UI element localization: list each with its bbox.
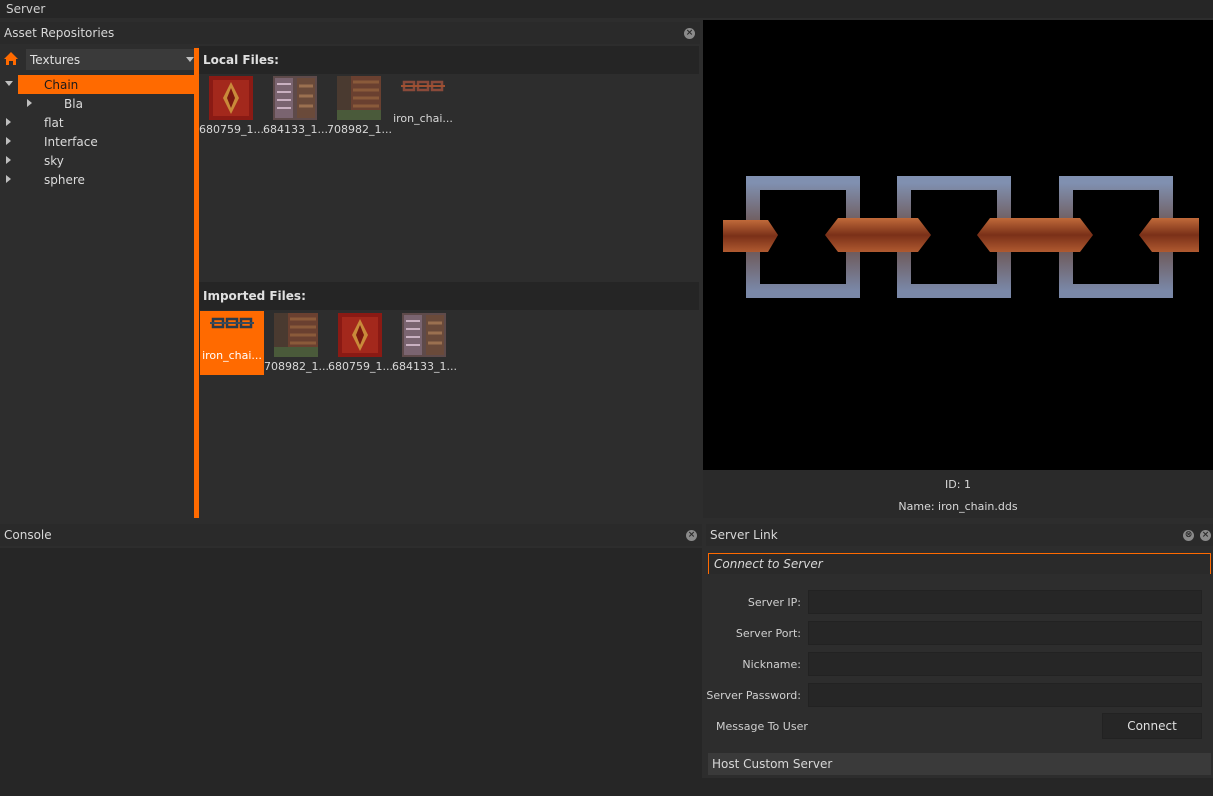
nickname-input[interactable] <box>808 652 1202 676</box>
local-files-header: Local Files: <box>199 46 699 74</box>
home-button[interactable] <box>0 48 22 70</box>
expand-arrow-icon[interactable] <box>6 175 11 183</box>
console-title: Console <box>4 528 52 542</box>
window-title: Server <box>6 2 46 16</box>
server-password-label: Server Password: <box>706 689 801 702</box>
file-item-selected[interactable]: iron_chai... <box>200 311 264 375</box>
expand-arrow-icon[interactable] <box>27 99 32 107</box>
texture-preview <box>703 20 1213 470</box>
asset-panel-close-icon[interactable]: × <box>684 28 695 39</box>
preview-name: Name: iron_chain.dds <box>898 500 1018 513</box>
file-item[interactable]: 708982_1... <box>264 311 328 375</box>
server-ip-label: Server IP: <box>747 596 801 609</box>
server-port-label: Server Port: <box>735 627 801 640</box>
home-icon <box>4 52 18 65</box>
texture-thumbnail <box>209 76 253 120</box>
local-files-grid: 680759_1... 684133_1... 708982_1... iron… <box>199 74 699 280</box>
file-item[interactable]: 680759_1... <box>199 74 263 138</box>
server-ip-input[interactable] <box>808 590 1202 614</box>
texture-thumbnail <box>402 313 446 357</box>
texture-thumbnail <box>273 76 317 120</box>
chevron-down-icon <box>186 57 194 62</box>
imported-files-label: Imported Files: <box>203 289 306 303</box>
imported-files-header: Imported Files: <box>199 282 699 310</box>
server-link-title: Server Link <box>710 528 778 542</box>
file-item[interactable]: 684133_1... <box>263 74 327 138</box>
texture-thumbnail <box>337 76 381 120</box>
connect-button[interactable]: Connect <box>1102 713 1202 739</box>
server-link-float-icon[interactable]: ⊗ <box>1183 530 1194 541</box>
server-link-header: Server Link ⊗ × <box>706 524 1213 546</box>
texture-thumbnail <box>274 313 318 357</box>
tree-item-sphere[interactable]: sphere <box>0 170 196 189</box>
host-section-label: Host Custom Server <box>712 757 833 771</box>
console-output[interactable] <box>0 548 702 778</box>
file-item[interactable]: 680759_1... <box>328 311 392 375</box>
console-close-icon[interactable]: × <box>686 530 697 541</box>
connect-section-header[interactable]: Connect to Server <box>708 553 1211 574</box>
expand-arrow-icon[interactable] <box>6 156 11 164</box>
connect-section-label: Connect to Server <box>714 557 823 571</box>
asset-panel-title: Asset Repositories <box>4 26 115 40</box>
tree-item-bla[interactable]: Bla <box>0 94 196 113</box>
expand-arrow-icon[interactable] <box>6 137 11 145</box>
console-header: Console × <box>0 524 702 546</box>
imported-files-grid: iron_chai... 708982_1... 680759_1... 684… <box>199 310 699 518</box>
category-dropdown[interactable]: Textures <box>26 49 198 70</box>
texture-thumbnail <box>338 313 382 357</box>
expand-arrow-icon[interactable] <box>5 81 13 86</box>
nickname-label: Nickname: <box>742 658 801 671</box>
asset-panel-header: Asset Repositories × <box>0 22 700 44</box>
tree-item-sky[interactable]: sky <box>0 151 196 170</box>
window-titlebar: Server <box>0 0 1213 18</box>
server-link-close-icon[interactable]: × <box>1200 530 1211 541</box>
status-bar <box>0 778 1213 796</box>
tree-item-chain[interactable]: Chain <box>18 75 196 94</box>
tree-item-interface[interactable]: Interface <box>0 132 196 151</box>
server-password-input[interactable] <box>808 683 1202 707</box>
expand-arrow-icon[interactable] <box>6 118 11 126</box>
message-to-user-label: Message To User <box>716 720 808 733</box>
preview-info: ID: 1 Name: iron_chain.dds <box>703 470 1213 518</box>
host-section-header[interactable]: Host Custom Server <box>708 753 1211 775</box>
file-item[interactable]: iron_chai... <box>391 74 455 138</box>
local-files-label: Local Files: <box>203 53 279 67</box>
file-item[interactable]: 708982_1... <box>327 74 391 138</box>
file-item[interactable]: 684133_1... <box>392 311 456 375</box>
category-dropdown-value: Textures <box>30 53 81 67</box>
server-port-input[interactable] <box>808 621 1202 645</box>
preview-id: ID: 1 <box>945 478 971 491</box>
chain-preview-image <box>723 176 1199 298</box>
asset-tree: Chain Bla flat Interface sky sphere <box>0 72 196 518</box>
tree-item-flat[interactable]: flat <box>0 113 196 132</box>
